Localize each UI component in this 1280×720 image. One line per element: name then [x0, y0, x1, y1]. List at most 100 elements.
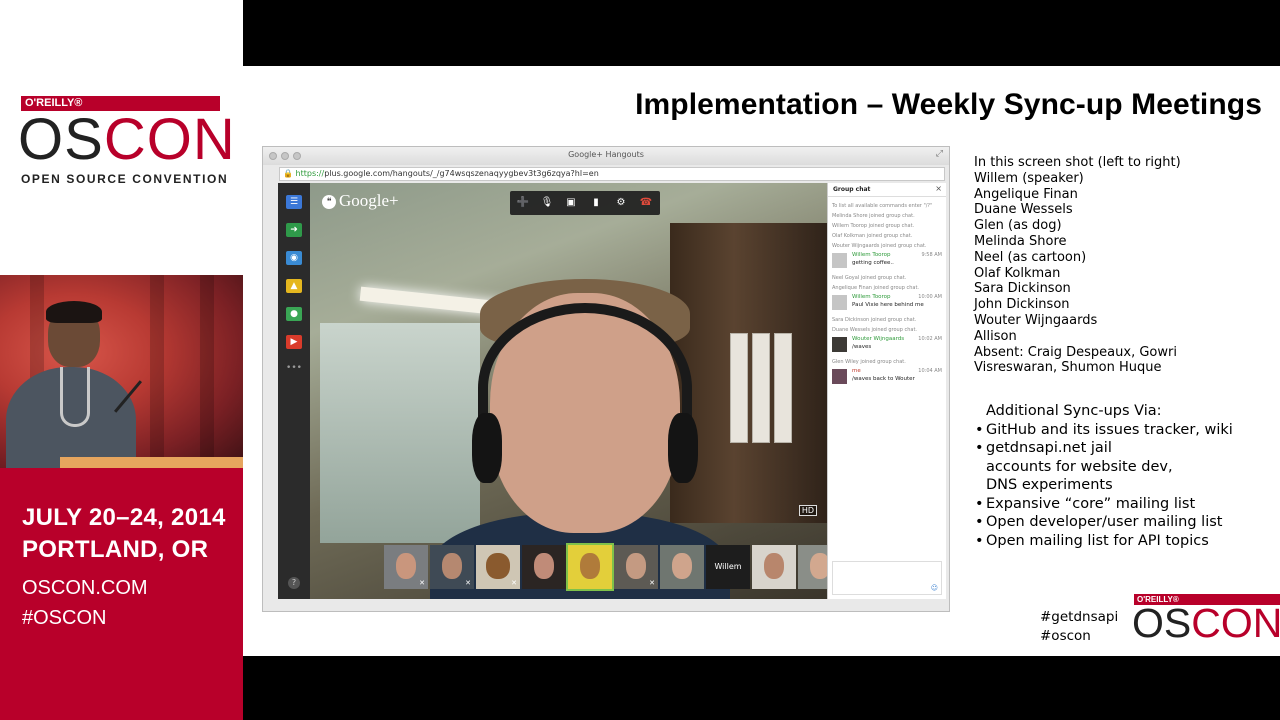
attendee-name: Angelique Finan — [974, 186, 1078, 202]
camera-off-icon[interactable]: ▣ — [563, 195, 579, 211]
thumbnail-face — [810, 553, 827, 579]
participant-thumbnail[interactable]: Willem — [706, 545, 750, 589]
bullet-item: Open developer/user mailing list — [975, 513, 1233, 532]
attendee-name: Melinda Shore — [974, 233, 1067, 249]
window-title: Google+ Hangouts — [568, 150, 644, 159]
avatar — [832, 295, 847, 310]
participant-thumbnail[interactable]: ✕ — [476, 545, 520, 589]
hashtag-oscon: #oscon — [1040, 628, 1091, 644]
attendee-name: Allison — [974, 328, 1017, 344]
additional-syncups: Additional Sync-ups Via: GitHub and its … — [975, 402, 1233, 550]
share-icon[interactable]: ➜ — [286, 223, 302, 237]
bullet-item: getdnsapi.net jail — [975, 439, 1233, 458]
chat-sender: Wouter Wijngaards — [852, 336, 905, 342]
bullet-continuation: accounts for website dev, — [986, 458, 1173, 475]
help-icon[interactable]: ? — [288, 577, 300, 589]
invite-icon[interactable]: ➕ — [515, 195, 531, 211]
avatar — [832, 337, 847, 352]
participant-thumbnail[interactable] — [752, 545, 796, 589]
attendee-name: Duane Wessels — [974, 202, 1073, 218]
event-dates: JULY 20–24, 2014 — [22, 504, 226, 531]
slide-logo-con: CON — [1191, 600, 1280, 646]
bullet-continuation: DNS experiments — [986, 477, 1113, 493]
event-info: JULY 20–24, 2014 PORTLAND, OR OSCON.COM … — [0, 468, 243, 720]
chat-system-message: Duane Wessels joined group chat. — [832, 327, 918, 333]
hangouts-icon: ❝ — [322, 195, 336, 209]
thumbnail-face — [764, 553, 784, 579]
attendee-name: Sara Dickinson — [974, 281, 1071, 297]
url-scheme: https:// — [295, 169, 325, 178]
participant-thumbnail[interactable]: ✕ — [384, 545, 428, 589]
attendee-name: Visreswaran, Shumon Huque — [974, 360, 1162, 376]
chat-text: /waves — [852, 344, 872, 350]
call-toolbar: ➕ 🎙 ▣ ▮ ⚙ ☎ — [510, 191, 660, 215]
slide-logo-os: OS — [1132, 600, 1192, 646]
binder — [774, 333, 792, 443]
app-rail: ☰ ➜ ◉ ▲ ● ▶ ••• ? — [278, 183, 310, 599]
headset — [478, 303, 692, 473]
address-bar[interactable]: 🔒 https://plus.google.com/hangouts/_/g74… — [279, 167, 945, 181]
event-city: PORTLAND, OR — [22, 536, 209, 563]
youtube-icon[interactable]: ▶ — [286, 335, 302, 349]
window-titlebar: Google+ Hangouts ⤢ — [263, 147, 949, 165]
avatar — [832, 253, 847, 268]
participant-name: Willem — [714, 562, 742, 571]
chat-message: me/waves back to Wouter 10:04 AM — [832, 368, 944, 388]
expand-icon[interactable]: ⤢ — [936, 149, 943, 159]
chat-sender: Willem Toorop — [852, 294, 891, 300]
brand-panel: O'REILLY® OSCON OPEN SOURCE CONVENTION J… — [0, 0, 243, 720]
event-website: OSCON.COM — [22, 577, 148, 599]
bullet-item: Expansive “core” mailing list — [975, 495, 1233, 514]
chat-timestamp: 9:58 AM — [921, 252, 942, 258]
participant-thumbnail[interactable]: ✕ — [614, 545, 658, 589]
conference-subtitle: OPEN SOURCE CONVENTION — [21, 172, 229, 186]
mic-off-icon[interactable]: 🎙 — [539, 195, 555, 211]
photo-icon[interactable]: ▲ — [286, 279, 302, 293]
settings-icon[interactable]: ⚙ — [613, 195, 629, 211]
bullet-item: GitHub and its issues tracker, wiki — [975, 421, 1233, 440]
more-icon[interactable]: ••• — [286, 361, 302, 375]
chat-input[interactable]: ☺ — [832, 561, 942, 595]
additional-heading: Additional Sync-ups Via: — [986, 403, 1162, 419]
chat-sender: me — [852, 368, 861, 374]
chat-text: getting coffee.. — [852, 260, 894, 266]
binder — [752, 333, 770, 443]
close-icon[interactable]: × — [935, 184, 942, 193]
google-plus-brand: ❝ Google+ — [322, 191, 399, 211]
participant-thumbnail[interactable] — [566, 543, 614, 591]
participant-thumbnail[interactable]: ✕ — [430, 545, 474, 589]
attendee-name: Neel (as cartoon) — [974, 249, 1087, 265]
attendee-name: John Dickinson — [974, 297, 1070, 313]
chat-message: Wouter Wijngaards/waves 10:02 AM — [832, 336, 944, 356]
slide-title: Implementation – Weekly Sync-up Meetings — [635, 88, 1262, 121]
participant-thumbnail[interactable] — [798, 545, 827, 589]
signal-icon[interactable]: ▮ — [588, 195, 604, 211]
chat-timestamp: 10:02 AM — [918, 336, 942, 342]
chat-timestamp: 10:04 AM — [918, 368, 942, 374]
google-plus-label: Google+ — [339, 191, 399, 210]
hangup-icon[interactable]: ☎ — [638, 195, 654, 211]
attendee-name: Absent: Craig Despeaux, Gowri — [974, 344, 1177, 360]
cartoon-face — [580, 553, 600, 579]
avatar — [832, 369, 847, 384]
attendee-name: Wouter Wijngaards — [974, 312, 1098, 328]
participant-thumbnail[interactable] — [522, 545, 566, 589]
curtain-fold — [150, 275, 164, 468]
chat-message: Willem Toorop getting coffee.. 9:58 AM — [832, 252, 944, 272]
emoji-icon[interactable]: ☺ — [931, 584, 938, 592]
group-chat-panel: Group chat × To list all available comma… — [827, 183, 946, 599]
chat-text: /waves back to Wouter — [852, 376, 915, 382]
chat-text: Paul Vixie here behind me — [852, 302, 924, 308]
attendee-items: Willem (speaker) Angelique Finan Duane Wes… — [974, 171, 1181, 376]
mic-off-icon: ✕ — [511, 579, 517, 587]
curtain-fold — [200, 275, 214, 468]
hd-badge: HD — [798, 505, 817, 516]
oscon-logo: OSCON — [18, 108, 236, 172]
chrome-icon[interactable]: ● — [286, 307, 302, 321]
lock-icon: 🔒 — [283, 169, 293, 178]
participant-thumbnail[interactable] — [660, 545, 704, 589]
camera-icon[interactable]: ◉ — [286, 251, 302, 265]
chat-icon[interactable]: ☰ — [286, 195, 302, 209]
bookshelf — [670, 223, 827, 523]
chat-system-message: Angelique Finan joined group chat. — [832, 285, 920, 291]
